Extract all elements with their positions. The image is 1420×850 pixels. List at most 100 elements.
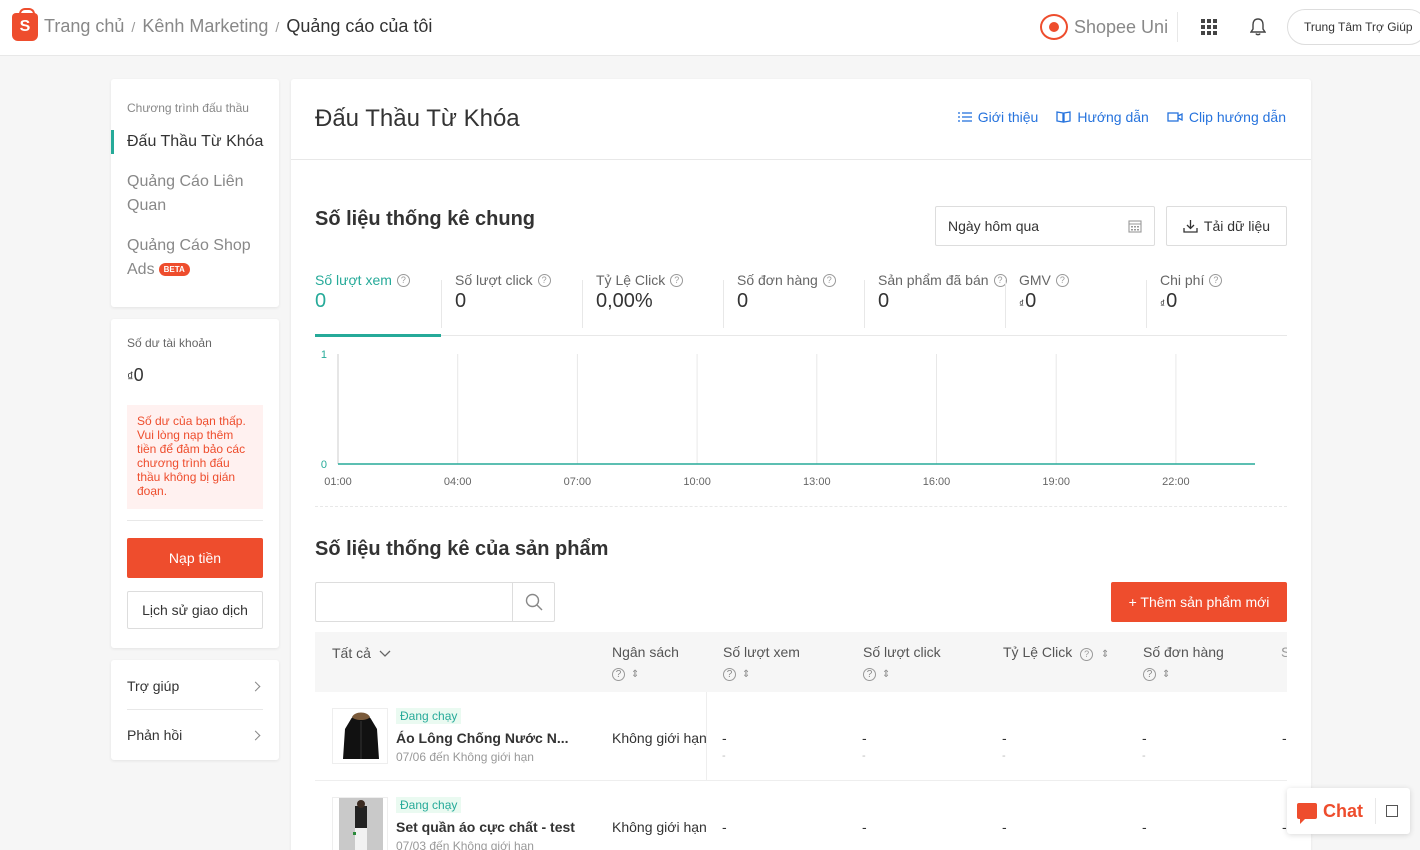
metric-ctr-value: 0,00% (596, 290, 653, 312)
breadcrumb-current: Quảng cáo của tôi (286, 16, 433, 36)
shopee-uni-link[interactable]: Shopee Uni (1040, 14, 1168, 40)
download-data-button[interactable]: Tải dữ liệu (1166, 206, 1287, 246)
help-link-label: Trợ giúp (127, 678, 180, 694)
sidebar-item-related-ads[interactable]: Quảng Cáo Liên Quan (111, 170, 271, 218)
col-clicks-label: Số lượt click (863, 644, 941, 660)
metric-clicks[interactable]: Số lượt click? 0 (441, 272, 551, 336)
divider (864, 280, 865, 328)
sort-icon[interactable]: ⇕ (742, 669, 750, 680)
balance-amount: ₫0 (127, 365, 144, 386)
metric-items-sold[interactable]: Sản phẩm đã bán? 0 (864, 272, 1007, 336)
product-date-range: 07/06 đến Không giới hạn (396, 750, 534, 764)
notification-bell-icon[interactable] (1250, 18, 1266, 36)
col-views[interactable]: Số lượt xem ? ⇕ (723, 644, 800, 681)
metric-cost[interactable]: Chi phí? ₫0 (1146, 272, 1223, 336)
metric-ctr[interactable]: Tỷ Lệ Click? 0,00% (582, 272, 684, 336)
expand-icon[interactable] (1386, 805, 1398, 817)
active-metric-indicator (315, 334, 441, 337)
metric-cost-value: ₫0 (1160, 290, 1222, 313)
cell-views-sub: - (722, 750, 726, 762)
currency-symbol: ₫ (1160, 299, 1166, 310)
col-clicks[interactable]: Số lượt click ? ⇕ (863, 644, 941, 681)
product-name[interactable]: Áo Lông Chống Nước N... (396, 730, 569, 746)
top-up-button[interactable]: Nạp tiền (127, 538, 263, 578)
status-filter-dropdown[interactable]: Tất cả (332, 645, 391, 661)
metric-items-sold-value: 0 (878, 290, 890, 312)
table-header: Tất cả Ngân sách ? ⇕ Số lượt xem ? ⇕ Số lư… (315, 632, 1287, 692)
divider (127, 520, 263, 521)
intro-link[interactable]: Giới thiệu (957, 109, 1038, 125)
divider (127, 709, 263, 710)
cell-orders-sub: - (1142, 750, 1146, 762)
x-tick-label: 07:00 (564, 476, 592, 488)
col-budget[interactable]: Ngân sách ? ⇕ (612, 644, 679, 681)
cell-ctr: - (1002, 819, 1007, 835)
sort-icon[interactable]: ⇕ (1162, 669, 1170, 680)
header-links: Giới thiệu Hướng dẫn Clip hướng dẫn (957, 109, 1286, 125)
product-search-input[interactable] (316, 583, 512, 621)
page-title: Đấu Thầu Từ Khóa (315, 105, 520, 132)
sidebar-item-shop-ads[interactable]: Quảng Cáo Shop Ads BETA (111, 234, 271, 282)
sort-icon[interactable]: ⇕ (1101, 649, 1109, 660)
download-icon (1183, 220, 1198, 233)
ads-program-nav: Chương trình đấu thầu Đấu Thầu Từ Khóa Q… (111, 79, 279, 307)
transaction-history-button[interactable]: Lịch sử giao dịch (127, 591, 263, 629)
y-tick-label: 1 (321, 349, 327, 361)
status-badge: Đang chạy (396, 797, 462, 813)
product-stats-title: Số liệu thống kê của sản phẩm (315, 538, 609, 560)
product-thumbnail (332, 708, 388, 764)
cell-orders: - (1142, 730, 1147, 746)
calendar-icon (1128, 220, 1142, 233)
help-link[interactable]: Trợ giúp (127, 666, 263, 706)
video-guide-link[interactable]: Clip hướng dẫn (1167, 109, 1286, 125)
table-row[interactable]: Đang chạy Áo Lông Chống Nước N... 07/06 … (315, 692, 1287, 781)
general-stats-title: Số liệu thống kê chung (315, 208, 535, 230)
currency-symbol: ₫ (1019, 299, 1025, 310)
product-name[interactable]: Set quần áo cực chất - test (396, 819, 575, 835)
help-icon: ? (1080, 648, 1094, 661)
cell-clicks: - (862, 819, 867, 835)
divider (723, 280, 724, 328)
search-button[interactable] (512, 583, 554, 621)
col-budget-label: Ngân sách (612, 644, 679, 660)
metric-gmv[interactable]: GMV? ₫0 (1005, 272, 1069, 336)
shopee-uni-label: Shopee Uni (1074, 16, 1169, 37)
help-icon: ? (612, 668, 625, 681)
apps-grid-icon[interactable] (1201, 19, 1217, 35)
y-tick-label: 0 (321, 459, 327, 471)
col-orders[interactable]: Số đơn hàng ? ⇕ (1143, 644, 1224, 681)
table-row[interactable]: Đang chạy Set quần áo cực chất - test 07… (315, 781, 1287, 850)
col-more-indicator: S (1281, 644, 1287, 660)
cell-views: - (722, 730, 727, 746)
metric-views[interactable]: Số lượt xem? 0 (315, 272, 410, 336)
chat-widget[interactable]: Chat (1287, 788, 1410, 834)
feedback-link[interactable]: Phản hồi (127, 715, 263, 755)
beta-badge: BETA (158, 263, 190, 277)
metric-orders[interactable]: Số đơn hàng? 0 (723, 272, 836, 336)
breadcrumb-home[interactable]: Trang chủ (44, 16, 124, 36)
guide-link[interactable]: Hướng dẫn (1056, 109, 1149, 125)
shopee-logo-icon[interactable]: S (12, 8, 38, 41)
divider (1005, 280, 1006, 328)
video-guide-link-label: Clip hướng dẫn (1188, 109, 1286, 125)
chevron-right-icon (250, 730, 261, 740)
date-range-picker[interactable]: Ngày hôm qua (935, 206, 1155, 246)
help-icon: ? (396, 273, 410, 287)
col-ctr[interactable]: Tỷ Lệ Click ? ⇕ (1003, 644, 1109, 661)
breadcrumb-marketing[interactable]: Kênh Marketing (142, 16, 268, 36)
x-tick-label: 01:00 (324, 476, 352, 488)
status-badge: Đang chạy (396, 708, 462, 724)
header-divider (1177, 12, 1178, 42)
sort-icon[interactable]: ⇕ (882, 669, 890, 680)
program-group-title: Chương trình đấu thầu (127, 101, 249, 115)
chat-icon (1297, 803, 1317, 824)
add-product-button[interactable]: + Thêm sản phẩm mới (1111, 582, 1287, 622)
divider (1375, 798, 1376, 824)
divider (582, 280, 583, 328)
metric-cost-number: 0 (1166, 290, 1178, 312)
metric-views-value: 0 (315, 290, 327, 312)
sidebar-item-keyword-bidding[interactable]: Đấu Thầu Từ Khóa (111, 130, 279, 154)
feedback-link-label: Phản hồi (127, 727, 183, 743)
sort-icon[interactable]: ⇕ (631, 669, 639, 680)
help-center-button[interactable]: Trung Tâm Trợ Giúp (1287, 9, 1420, 45)
